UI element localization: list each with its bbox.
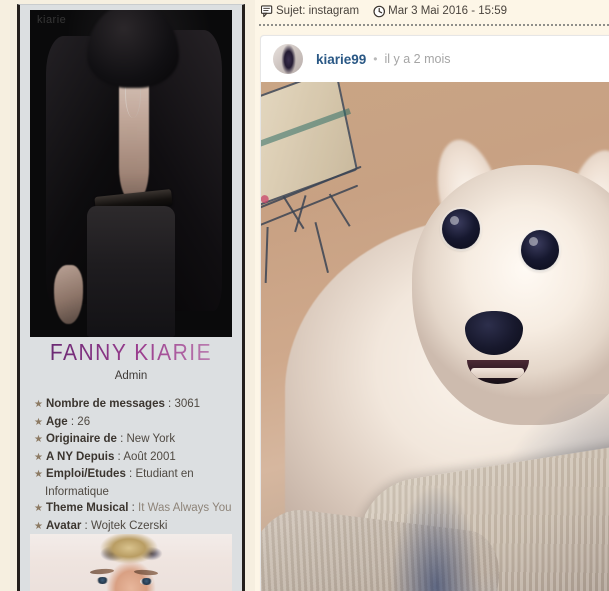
profile-field-label: Emploi/Etudes: [45, 468, 126, 480]
profile-name: FANNY KIARIE: [20, 340, 242, 366]
profile-avatar-image[interactable]: kiarie: [30, 10, 232, 337]
profile-field-sep: :: [125, 468, 136, 480]
star-icon: ★: [34, 399, 43, 410]
separator-dot: •: [373, 52, 378, 66]
star-icon: ★: [34, 503, 43, 514]
star-icon: ★: [34, 451, 43, 463]
secondary-photo-bg: [30, 534, 232, 591]
meta-divider: [259, 24, 609, 26]
profile-fields-list: ★ Nombre de messages : 3061 ★ Age : 26 ★ Or…: [20, 396, 242, 553]
eye-left: [96, 577, 109, 584]
profile-field-value: 26: [77, 415, 91, 428]
profile-field-sep: :: [81, 519, 91, 532]
avatar-hair: [86, 10, 180, 89]
profile-field-value: New York: [126, 433, 176, 445]
instagram-time-ago: il y a 2 mois: [384, 52, 451, 66]
profile-field: ★ Age : 26: [34, 414, 234, 432]
profile-secondary-image[interactable]: [30, 534, 232, 591]
profile-field-label: A NY Depuis: [45, 450, 115, 463]
clock-icon: [373, 5, 386, 18]
avatar-hand: [54, 265, 83, 324]
profile-field: ★ Avatar : Wojtek Czerski: [34, 518, 234, 536]
profile-field-label: Avatar: [45, 519, 82, 532]
forum-post-page: kiarie FANNY KIARIE Admin ★ Nombre de mes…: [0, 0, 609, 591]
instagram-photo[interactable]: [261, 82, 609, 591]
profile-field-label: Age: [45, 415, 68, 428]
instagram-username[interactable]: kiarie99: [316, 52, 366, 67]
profile-panel: kiarie FANNY KIARIE Admin ★ Nombre de mes…: [17, 4, 245, 591]
star-icon: ★: [34, 416, 43, 428]
post-timestamp-text: Mar 3 Mai 2016 - 15:59: [388, 5, 508, 17]
profile-field: ★ Originaire de : New York: [34, 431, 234, 449]
post-subject: Sujet: instagram: [261, 4, 360, 18]
profile-field-sep: :: [164, 398, 175, 410]
speech-bubble-icon: [261, 4, 274, 18]
profile-rank: Admin: [114, 370, 148, 382]
profile-field: ★ Theme Musical : It Was Always You: [34, 500, 234, 518]
rack-zig: [328, 193, 351, 227]
profile-field-label: Nombre de messages: [45, 398, 165, 410]
avatar-jeans: [86, 206, 176, 337]
profile-field-value: Wojtek Czerski: [90, 519, 168, 532]
avatar[interactable]: [273, 44, 303, 74]
dog-teeth: [471, 367, 524, 379]
post-subject-text: Sujet: instagram: [276, 5, 360, 17]
post-timestamp: Mar 3 Mai 2016 - 15:59: [373, 5, 507, 18]
profile-field-value: Août 2001: [123, 450, 176, 463]
instagram-embed-card[interactable]: kiarie99 • il y a 2 mois: [260, 35, 609, 591]
profile-sidebar: kiarie FANNY KIARIE Admin ★ Nombre de mes…: [0, 0, 255, 591]
star-icon: ★: [34, 520, 43, 532]
avatar-watermark-text: kiarie: [37, 14, 67, 26]
post-meta-bar: Sujet: instagram Mar 3 Mai 2016 - 15:59: [255, 0, 609, 19]
profile-field: ★ Nombre de messages : 3061: [34, 396, 234, 414]
profile-field-sep: :: [67, 415, 78, 428]
profile-field-label: Originaire de: [45, 433, 117, 445]
profile-field-sep: :: [114, 450, 124, 463]
eye-right: [140, 578, 153, 585]
profile-field-value: It Was Always You: [138, 502, 232, 514]
profile-field-label: Theme Musical: [45, 502, 129, 514]
profile-field-sep: :: [128, 502, 139, 514]
profile-field-value: 3061: [174, 398, 201, 410]
photo-shadow-bottom: [391, 487, 481, 591]
star-icon: ★: [34, 434, 43, 445]
profile-field-sep: :: [116, 433, 127, 445]
star-icon: ★: [34, 469, 43, 480]
profile-field: ★ Emploi/Etudes : Etudiant en Informatiqu…: [34, 466, 234, 500]
post-column: Sujet: instagram Mar 3 Mai 2016 - 15:59 …: [255, 0, 609, 591]
instagram-post-header: kiarie99 • il y a 2 mois: [261, 36, 609, 82]
profile-field: ★ A NY Depuis : Août 2001: [34, 449, 234, 467]
